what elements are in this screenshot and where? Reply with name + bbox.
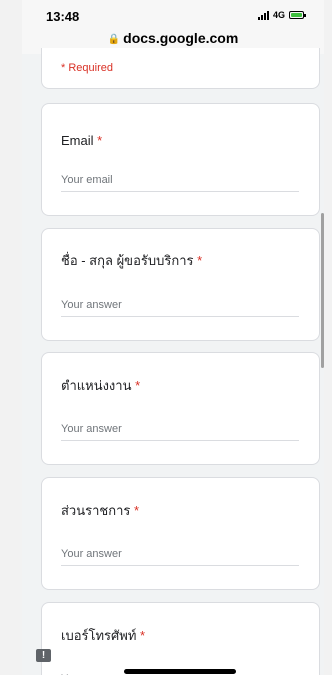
- feedback-icon[interactable]: !: [36, 649, 51, 662]
- question-card-email: Email *: [41, 103, 320, 216]
- home-indicator[interactable]: [124, 669, 236, 674]
- required-star: *: [97, 133, 103, 148]
- required-star: *: [134, 503, 140, 518]
- question-title: ส่วนราชการ *: [61, 500, 139, 521]
- battery-icon: [289, 11, 306, 19]
- network-label: 4G: [272, 10, 285, 20]
- required-star: *: [140, 628, 146, 643]
- name-field[interactable]: [61, 299, 299, 317]
- left-frame: [0, 0, 22, 675]
- department-field[interactable]: [61, 548, 299, 566]
- question-card-phone: เบอร์โทรศัพท์ *: [41, 602, 320, 675]
- scrollbar-thumb[interactable]: [321, 213, 324, 368]
- right-frame: [324, 0, 332, 675]
- question-label: ส่วนราชการ: [61, 503, 131, 518]
- required-card: * Required: [41, 48, 320, 89]
- question-title: ชื่อ - สกุล ผู้ขอรับบริการ *: [61, 250, 202, 271]
- phone-screen: 13:48 4G 🔒 docs.google.com * Required Ema…: [22, 0, 324, 675]
- question-title: เบอร์โทรศัพท์ *: [61, 625, 145, 646]
- question-title: ตำแหน่งงาน *: [61, 375, 140, 396]
- question-label: Email: [61, 133, 94, 148]
- question-card-position: ตำแหน่งงาน *: [41, 352, 320, 465]
- required-star: *: [135, 378, 141, 393]
- required-star: *: [197, 253, 203, 268]
- status-bar: 13:48 4G 🔒 docs.google.com: [22, 0, 324, 54]
- signal-icon: [257, 10, 269, 20]
- question-card-name: ชื่อ - สกุล ผู้ขอรับบริการ *: [41, 228, 320, 341]
- email-field[interactable]: [61, 174, 299, 192]
- status-icons: 4G: [257, 10, 306, 20]
- question-label: เบอร์โทรศัพท์: [61, 628, 137, 643]
- url-bar[interactable]: 🔒 docs.google.com: [22, 30, 324, 46]
- lock-icon: 🔒: [107, 34, 121, 45]
- question-label: ชื่อ - สกุล ผู้ขอรับบริการ: [61, 253, 194, 268]
- status-time: 13:48: [46, 9, 80, 24]
- required-note: * Required: [61, 62, 113, 74]
- url-text: docs.google.com: [123, 30, 239, 46]
- question-label: ตำแหน่งงาน: [61, 378, 132, 393]
- question-card-department: ส่วนราชการ *: [41, 477, 320, 590]
- position-field[interactable]: [61, 423, 299, 441]
- question-title: Email *: [61, 133, 102, 148]
